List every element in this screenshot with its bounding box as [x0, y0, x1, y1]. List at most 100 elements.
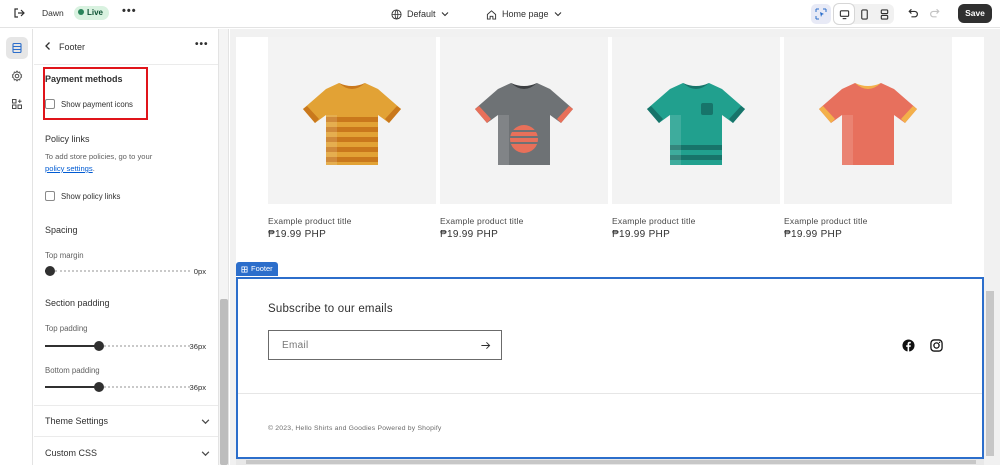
product-title[interactable]: Example product title — [268, 216, 436, 226]
chevron-down-icon — [201, 450, 210, 456]
slider-fill — [45, 345, 99, 347]
preview-horizontal-scrollbar[interactable] — [236, 459, 984, 465]
top-bar: Dawn Live ••• Default Home page Save — [0, 0, 1000, 28]
theme-settings-label: Theme Settings — [45, 416, 109, 426]
status-label: Live — [87, 8, 104, 17]
policy-help-text-body: To add store policies, go to your — [45, 152, 153, 161]
tshirt-image — [647, 82, 745, 165]
scrollbar-thumb[interactable] — [986, 291, 994, 456]
product-price: ₱19.99 PHP — [440, 229, 499, 240]
checkbox-label: Show policy links — [61, 191, 121, 201]
top-margin-slider[interactable] — [45, 266, 190, 276]
product-card[interactable]: Example product title ₱19.99 PHP — [784, 37, 952, 240]
panel-scrollbar[interactable] — [219, 29, 229, 465]
status-badge: Live — [74, 6, 110, 20]
facebook-icon — [902, 339, 915, 352]
apps-icon — [12, 99, 22, 109]
desktop-icon — [839, 9, 849, 19]
sections-icon — [12, 42, 22, 54]
chevron-down-icon — [201, 418, 210, 424]
scrollbar-thumb[interactable] — [220, 299, 228, 465]
back-button[interactable] — [44, 41, 52, 54]
facebook-link[interactable] — [902, 339, 915, 355]
divider — [34, 405, 218, 406]
product-title[interactable]: Example product title — [440, 216, 608, 226]
divider — [34, 436, 218, 437]
top-padding-value: 36px — [189, 342, 206, 351]
theme-settings-button[interactable] — [6, 65, 28, 87]
bottom-padding-slider[interactable] — [45, 382, 190, 392]
panel-header: Footer ••• — [34, 29, 218, 65]
more-actions-button[interactable]: ••• — [122, 5, 137, 17]
theme-name: Dawn — [42, 8, 64, 18]
product-image[interactable] — [612, 37, 780, 204]
panel-more-button[interactable]: ••• — [195, 39, 209, 50]
footer-section[interactable]: Subscribe to our emails Email © 2023, He… — [236, 277, 984, 459]
template-selector[interactable]: Default — [391, 6, 449, 22]
custom-css-row[interactable]: Custom CSS — [45, 448, 210, 458]
product-image[interactable] — [440, 37, 608, 204]
product-price: ₱19.99 PHP — [268, 229, 327, 240]
page-selector[interactable]: Home page — [486, 6, 562, 22]
apps-button[interactable] — [6, 93, 28, 115]
fullscreen-icon — [880, 8, 888, 20]
slider-thumb[interactable] — [45, 266, 55, 276]
chevron-down-icon — [441, 12, 448, 17]
product-card[interactable]: Example product title ₱19.99 PHP — [612, 37, 780, 240]
preview-scrollbar[interactable] — [985, 37, 995, 465]
slider-track — [104, 386, 190, 388]
checkbox-box[interactable] — [45, 191, 55, 201]
slider-track — [104, 345, 190, 347]
policy-help-text: To add store policies, go to your policy… — [45, 151, 205, 175]
subscribe-submit-button[interactable] — [480, 340, 491, 354]
email-input[interactable]: Email — [268, 330, 502, 360]
product-card[interactable]: Example product title ₱19.99 PHP — [268, 37, 436, 240]
exit-icon[interactable] — [12, 6, 26, 20]
theme-settings-row[interactable]: Theme Settings — [45, 416, 210, 426]
copyright-text: © 2023, Hello Shirts and Goodies Powered… — [268, 425, 442, 432]
product-image[interactable] — [268, 37, 436, 204]
custom-css-label: Custom CSS — [45, 448, 98, 458]
footer-divider — [238, 393, 982, 394]
globe-icon — [391, 8, 402, 20]
gear-icon — [11, 70, 23, 82]
show-policy-links-checkbox[interactable]: Show policy links — [45, 191, 120, 201]
slider-thumb[interactable] — [94, 382, 104, 392]
instagram-link[interactable] — [930, 339, 943, 355]
slider-thumb[interactable] — [94, 341, 104, 351]
undo-button[interactable] — [906, 6, 919, 22]
undo-icon — [908, 8, 918, 18]
top-padding-slider[interactable] — [45, 341, 190, 351]
desktop-view-button[interactable] — [834, 4, 854, 24]
product-image[interactable] — [784, 37, 952, 204]
scrollbar-thumb[interactable] — [246, 460, 976, 464]
section-padding-heading: Section padding — [45, 298, 110, 308]
policy-links-heading: Policy links — [45, 134, 90, 144]
template-label: Default — [407, 9, 436, 19]
slider-fill — [45, 386, 99, 388]
bottom-padding-label: Bottom padding — [45, 366, 100, 375]
footer-section-tag[interactable]: Footer — [236, 262, 278, 276]
mobile-view-button[interactable] — [854, 4, 874, 24]
save-button[interactable]: Save — [958, 4, 992, 23]
product-price: ₱19.99 PHP — [612, 229, 671, 240]
bottom-padding-value: 36px — [189, 383, 206, 392]
fullscreen-view-button[interactable] — [874, 4, 894, 24]
sections-button[interactable] — [6, 37, 28, 59]
product-title[interactable]: Example product title — [612, 216, 780, 226]
inspector-toggle-button[interactable] — [811, 4, 831, 24]
home-icon — [486, 9, 497, 20]
product-card[interactable]: Example product title ₱19.99 PHP — [440, 37, 608, 240]
redo-button[interactable] — [929, 6, 942, 22]
instagram-icon — [930, 339, 943, 352]
view-tools — [811, 4, 894, 24]
tshirt-image — [475, 82, 573, 165]
section-grid-icon — [241, 265, 248, 273]
product-price: ₱19.99 PHP — [784, 229, 843, 240]
select-cursor-icon — [815, 8, 827, 20]
mobile-icon — [860, 8, 868, 20]
product-title[interactable]: Example product title — [784, 216, 952, 226]
policy-settings-link[interactable]: policy settings — [45, 164, 93, 173]
top-margin-value: 0px — [193, 267, 206, 276]
chevron-left-icon — [45, 42, 50, 50]
